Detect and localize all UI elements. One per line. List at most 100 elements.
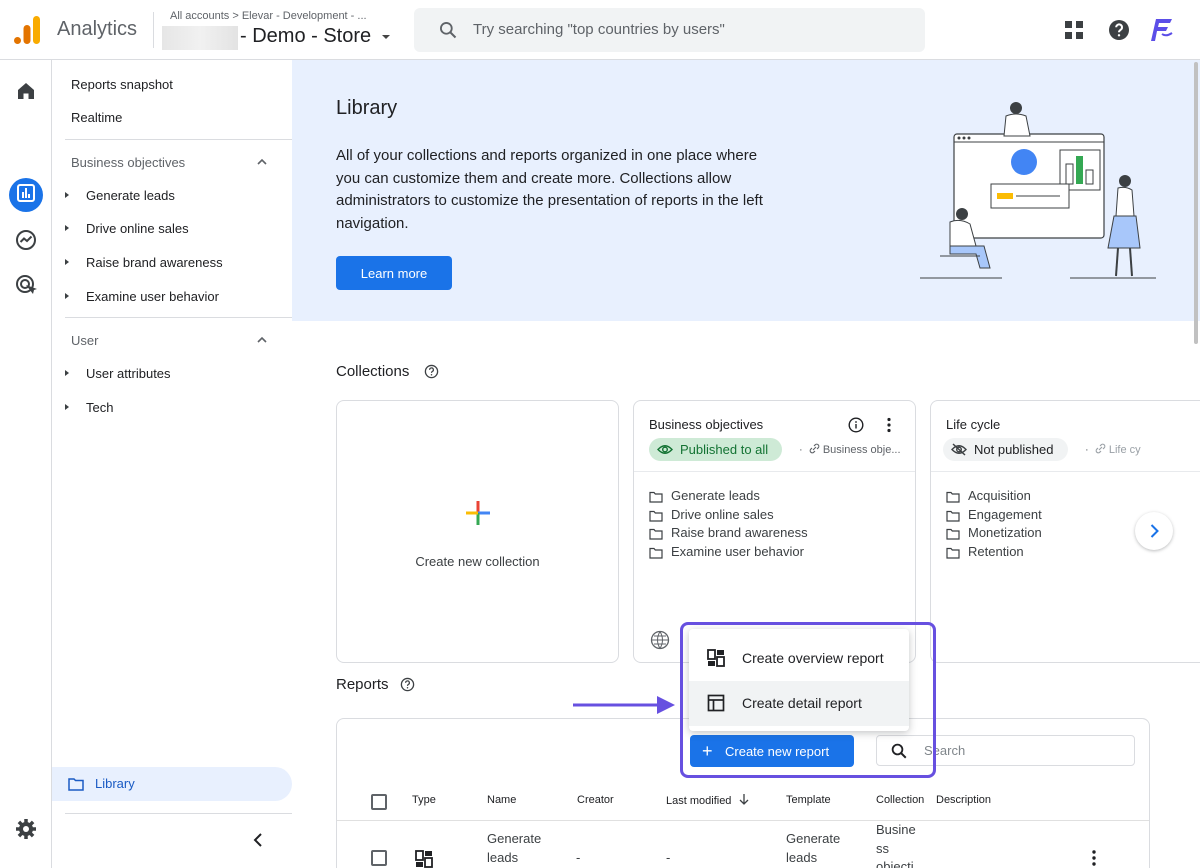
caret-down-icon[interactable]	[382, 35, 390, 39]
collection-title: Life cycle	[946, 417, 1001, 432]
library-illustration	[920, 102, 1156, 279]
help-icon[interactable]	[1107, 18, 1131, 42]
collapse-nav-chevron-icon[interactable]	[252, 832, 264, 848]
create-new-collection-card[interactable]: Create new collection	[336, 400, 619, 663]
expand-triangle-icon[interactable]	[65, 259, 69, 265]
expand-triangle-icon[interactable]	[65, 404, 69, 410]
nav-library[interactable]: Library	[52, 767, 292, 801]
folder-icon	[946, 547, 960, 559]
column-header-collection[interactable]: Collection	[876, 794, 924, 806]
folder-icon	[68, 778, 84, 791]
arrow-down-icon	[739, 794, 748, 805]
select-all-checkbox[interactable]	[371, 794, 387, 810]
nav-drive-online-sales[interactable]: Drive online sales	[86, 221, 189, 236]
table-row-name[interactable]: Generate leads	[487, 830, 541, 867]
explore-icon[interactable]	[14, 228, 38, 252]
divider	[65, 813, 292, 814]
help-outline-icon[interactable]	[400, 677, 415, 692]
nav-section-user[interactable]: User	[71, 333, 98, 348]
expand-triangle-icon[interactable]	[65, 192, 69, 198]
list-item: Retention	[946, 544, 1042, 563]
nav-user-attributes[interactable]: User attributes	[86, 366, 171, 381]
collection-meta: · Life cy	[1085, 443, 1141, 456]
search-input[interactable]: Try searching "top countries by users"	[473, 21, 725, 38]
colorful-plus-icon	[466, 501, 490, 525]
folder-icon	[649, 510, 663, 522]
row-checkbox[interactable]	[371, 850, 387, 866]
status-text: Not published	[974, 442, 1054, 457]
property-selector[interactable]: - Demo - Store	[240, 25, 371, 48]
search-icon	[440, 22, 457, 39]
chevron-up-icon[interactable]	[256, 156, 268, 168]
column-header-description[interactable]: Description	[936, 794, 991, 806]
chevron-up-icon[interactable]	[256, 334, 268, 346]
nav-raise-brand-awareness[interactable]: Raise brand awareness	[86, 255, 223, 270]
list-item: Examine user behavior	[649, 544, 808, 563]
icon-rail	[0, 60, 52, 868]
list-item: Drive online sales	[649, 507, 808, 526]
home-icon[interactable]	[14, 79, 38, 103]
extension-logo-icon[interactable]	[1150, 17, 1176, 43]
redacted-property-name	[162, 26, 238, 50]
hero-description: All of your collections and reports orga…	[336, 147, 763, 232]
nav-section-business-objectives[interactable]: Business objectives	[71, 155, 185, 170]
expand-triangle-icon[interactable]	[65, 370, 69, 376]
settings-gear-icon[interactable]	[14, 817, 38, 841]
folder-icon	[649, 491, 663, 503]
table-row-last-modified: -	[666, 850, 671, 865]
status-badge: Published to all	[649, 438, 783, 461]
collection-items-list: Generate leads Drive online sales Raise …	[649, 488, 808, 563]
analytics-logo-icon[interactable]	[14, 16, 40, 44]
eye-icon	[657, 445, 673, 454]
nav-generate-leads[interactable]: Generate leads	[86, 188, 175, 203]
divider	[65, 139, 292, 140]
page-title: Library	[336, 97, 398, 119]
list-item: Engagement	[946, 507, 1042, 526]
list-item: Generate leads	[649, 488, 808, 507]
nav-tech[interactable]: Tech	[86, 400, 113, 415]
help-outline-icon[interactable]	[424, 364, 439, 379]
expand-triangle-icon[interactable]	[65, 293, 69, 299]
link-icon	[809, 443, 820, 454]
left-navigation: Reports snapshot Realtime Business objec…	[52, 60, 292, 868]
collections-next-button[interactable]	[1135, 512, 1173, 550]
chevron-right-icon	[1150, 524, 1159, 538]
reports-heading: Reports	[336, 676, 389, 693]
search-bar[interactable]: Try searching "top countries by users"	[414, 8, 925, 52]
folder-icon	[946, 491, 960, 503]
list-item: Acquisition	[946, 488, 1042, 507]
link-icon	[1095, 443, 1106, 454]
nav-reports-snapshot[interactable]: Reports snapshot	[71, 77, 173, 92]
reports-icon[interactable]	[16, 183, 36, 203]
info-icon[interactable]	[848, 417, 864, 433]
column-header-last-modified[interactable]: Last modified	[666, 794, 749, 807]
collection-title: Business objectives	[649, 417, 764, 432]
column-header-template[interactable]: Template	[786, 794, 831, 806]
annotation-arrow-icon	[573, 696, 675, 714]
eye-off-icon	[951, 443, 967, 456]
globe-icon	[650, 630, 670, 650]
annotation-highlight-box	[680, 622, 936, 778]
divider	[65, 317, 292, 318]
top-app-bar: Analytics All accounts > Elevar - Develo…	[0, 0, 1200, 60]
column-header-creator[interactable]: Creator	[577, 794, 614, 806]
expand-triangle-icon[interactable]	[65, 225, 69, 231]
nav-examine-user-behavior[interactable]: Examine user behavior	[86, 289, 219, 304]
column-header-type[interactable]: Type	[412, 794, 436, 806]
list-item: Monetization	[946, 525, 1042, 544]
app-title: Analytics	[57, 18, 138, 40]
collection-meta: · Business obje...	[799, 443, 901, 456]
apps-grid-icon[interactable]	[1062, 18, 1086, 42]
more-vert-icon[interactable]	[1091, 849, 1097, 867]
overview-report-icon	[415, 850, 433, 868]
more-vert-icon[interactable]	[886, 417, 892, 433]
library-hero-banner: Library All of your collections and repo…	[292, 60, 1200, 321]
learn-more-button[interactable]: Learn more	[336, 256, 452, 290]
divider	[337, 820, 1149, 821]
divider	[931, 471, 1200, 472]
account-breadcrumb[interactable]: All accounts > Elevar - Development - ..…	[170, 10, 367, 22]
advertising-icon[interactable]	[14, 273, 38, 297]
column-header-name[interactable]: Name	[487, 794, 516, 806]
scrollbar[interactable]	[1194, 62, 1198, 344]
nav-realtime[interactable]: Realtime	[71, 110, 122, 125]
